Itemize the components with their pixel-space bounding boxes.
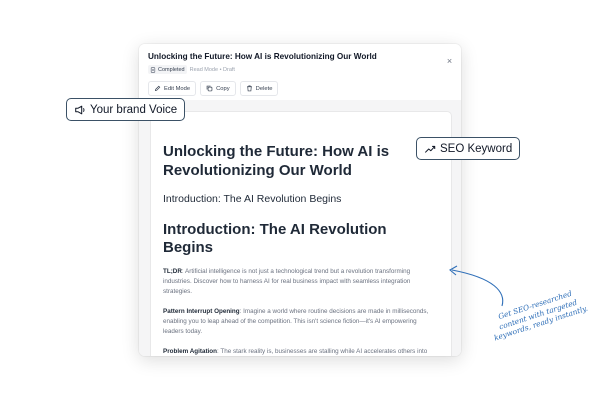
annotation-arrow <box>449 265 504 307</box>
toolbar: Edit Mode Copy Delete <box>148 81 279 96</box>
document-subheading: Introduction: The AI Revolution Begins <box>163 193 342 205</box>
delete-button[interactable]: Delete <box>239 81 279 96</box>
delete-label: Delete <box>255 85 273 92</box>
copy-icon <box>206 85 213 92</box>
edit-mode-button[interactable]: Edit Mode <box>148 81 197 96</box>
seo-keyword-callout: SEO Keyword <box>416 137 521 160</box>
paragraph-pattern-interrupt: Pattern Interrupt Opening: Imagine a wor… <box>163 307 433 337</box>
copy-label: Copy <box>216 85 230 92</box>
paragraph-problem-agitation: Problem Agitation: The stark reality is,… <box>163 347 433 356</box>
paragraph-label: Pattern Interrupt Opening <box>163 308 240 315</box>
megaphone-icon <box>75 105 85 114</box>
panel-title: Unlocking the Future: How AI is Revoluti… <box>148 52 377 61</box>
close-button[interactable]: × <box>445 57 454 66</box>
article-panel: Unlocking the Future: How AI is Revoluti… <box>139 44 461 356</box>
seo-keyword-label: SEO Keyword <box>440 142 513 155</box>
meta-row: Completed Read Mode • Draft <box>148 65 235 74</box>
trash-icon <box>246 85 252 92</box>
document-content: Unlocking the Future: How AI is Revoluti… <box>163 142 433 356</box>
document-card: Unlocking the Future: How AI is Revoluti… <box>151 112 451 356</box>
paragraph-label: Problem Agitation <box>163 348 217 355</box>
brand-voice-callout: Your brand Voice <box>66 98 186 121</box>
document-heading: Introduction: The AI Revolution Begins <box>163 221 387 256</box>
panel-header: Unlocking the Future: How AI is Revoluti… <box>139 44 461 100</box>
trend-up-icon <box>424 145 436 153</box>
pencil-icon <box>154 85 161 92</box>
status-badge: Completed <box>148 65 187 74</box>
status-label: Completed <box>158 66 185 73</box>
mode-label: Read Mode • Draft <box>189 66 235 73</box>
paragraph-label: TL;DR <box>163 268 182 275</box>
paragraph-tldr: TL;DR: Artificial intelligence is not ju… <box>163 267 433 297</box>
document-icon <box>150 66 156 73</box>
panel-body: Unlocking the Future: How AI is Revoluti… <box>139 100 461 356</box>
brand-voice-label: Your brand Voice <box>90 103 178 116</box>
copy-button[interactable]: Copy <box>200 81 236 96</box>
edit-mode-label: Edit Mode <box>164 85 191 92</box>
paragraph-text: : Artificial intelligence is not just a … <box>163 268 411 295</box>
document-title: Unlocking the Future: How AI is Revoluti… <box>163 143 390 179</box>
